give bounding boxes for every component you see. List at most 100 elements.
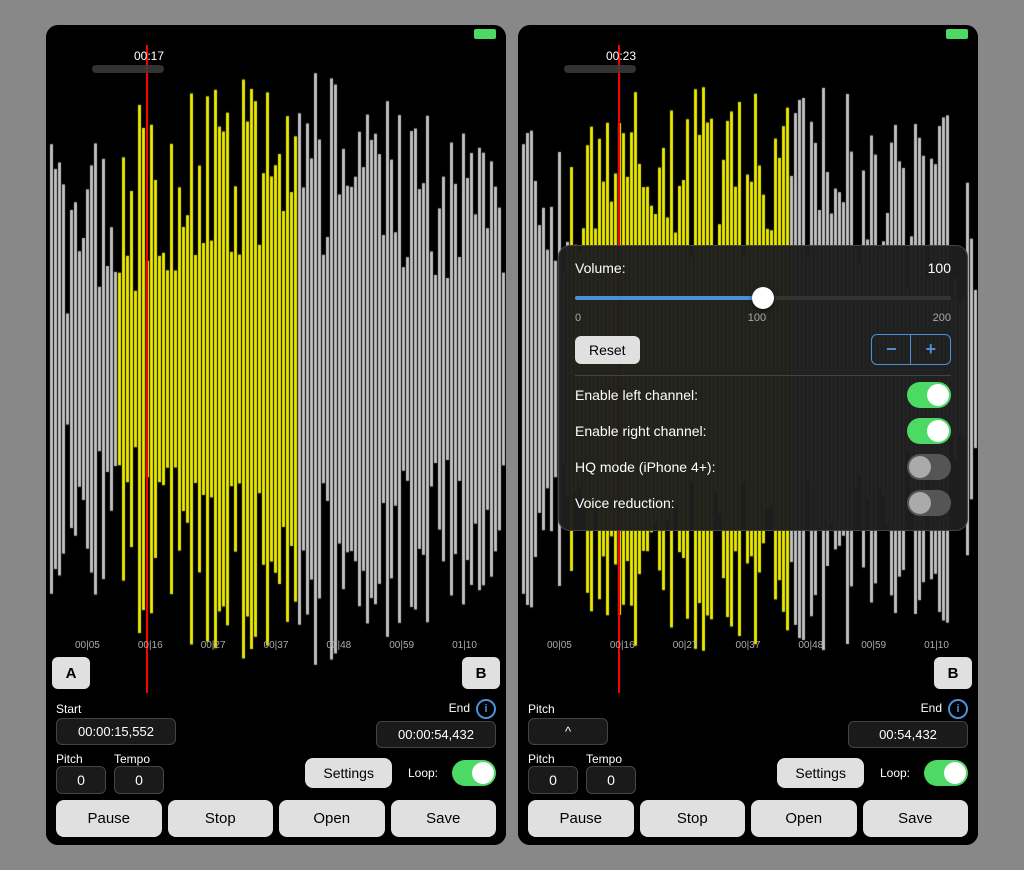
right-tempo-value: 0 [586, 766, 636, 794]
right-tl-2: 00|16 [610, 640, 635, 651]
left-tl-1: 00|05 [75, 640, 100, 651]
reset-row: Reset − + [575, 334, 951, 365]
slider-thumb[interactable] [752, 287, 774, 309]
right-stop-button[interactable]: Stop [640, 800, 746, 837]
right-settings-button[interactable]: Settings [777, 758, 864, 788]
minus-button[interactable]: − [872, 335, 911, 364]
right-start-end-row: Pitch ^ End i 00:54,432 [528, 699, 968, 748]
right-channel-label: Enable right channel: [575, 423, 707, 439]
left-end-time: 00:00:54,432 [376, 721, 496, 748]
right-end-label: End [921, 701, 942, 715]
volume-label: Volume: [575, 260, 626, 276]
left-start-end-row: Start 00:00:15,552 End i 00:00:54,432 [56, 699, 496, 748]
left-battery [474, 29, 496, 39]
hq-mode-label: HQ mode (iPhone 4+): [575, 459, 715, 475]
left-waveform-canvas [46, 45, 506, 693]
right-timeline-labels: 00|05 00|16 00|27 00|37 00|48 00|59 01|1… [518, 640, 978, 651]
left-end-group: End i 00:00:54,432 [376, 699, 496, 748]
hq-mode-toggle[interactable] [907, 454, 951, 480]
left-pause-button[interactable]: Pause [56, 800, 162, 837]
voice-reduction-label: Voice reduction: [575, 495, 675, 511]
left-channel-toggle[interactable] [907, 382, 951, 408]
left-time-cursor: 00:17 [134, 49, 164, 63]
right-pitch-group: Pitch 0 [528, 752, 578, 794]
right-end-time: 00:54,432 [848, 721, 968, 748]
right-b-button[interactable]: B [934, 657, 972, 689]
left-channel-label: Enable left channel: [575, 387, 698, 403]
right-pitch-tempo-row: Pitch 0 Tempo 0 Settings Loop: [528, 752, 968, 794]
left-loop-toggle[interactable] [452, 760, 496, 786]
plus-minus-group: − + [871, 334, 951, 365]
scale-min: 0 [575, 312, 581, 324]
right-end-group: End i 00:54,432 [848, 699, 968, 748]
left-controls: Start 00:00:15,552 End i 00:00:54,432 Pi… [46, 693, 506, 845]
right-tl-1: 00|05 [547, 640, 572, 651]
right-loop-toggle[interactable] [924, 760, 968, 786]
left-redline [146, 45, 148, 693]
left-tempo-group: Tempo 0 [114, 752, 164, 794]
left-tl-3: 00|27 [201, 640, 226, 651]
right-waveform-area: 00:23 00|05 00|16 00|27 00|37 00|48 00|5… [518, 45, 978, 693]
left-tl-6: 00|59 [389, 640, 414, 651]
voice-reduction-toggle[interactable] [907, 490, 951, 516]
right-save-button[interactable]: Save [863, 800, 969, 837]
left-tempo-value: 0 [114, 766, 164, 794]
right-battery [946, 29, 968, 39]
right-tl-7: 01|10 [924, 640, 949, 651]
hq-mode-row: HQ mode (iPhone 4+): [575, 454, 951, 480]
left-ab-row: A B [46, 657, 506, 693]
left-tl-7: 01|10 [452, 640, 477, 651]
left-tl-5: 00|48 [326, 640, 351, 651]
left-pitch-label: Pitch [56, 752, 106, 766]
right-open-button[interactable]: Open [751, 800, 857, 837]
left-pitch-value: 0 [56, 766, 106, 794]
right-info-icon[interactable]: i [948, 699, 968, 719]
right-pitch-label2: Pitch [528, 702, 608, 716]
right-tl-5: 00|48 [798, 640, 823, 651]
right-channel-toggle[interactable] [907, 418, 951, 444]
right-channel-row: Enable right channel: [575, 418, 951, 444]
left-waveform-area: 00:17 00|05 00|16 00|27 00|37 00|48 00|5… [46, 45, 506, 693]
left-timeline-labels: 00|05 00|16 00|27 00|37 00|48 00|59 01|1… [46, 640, 506, 651]
left-phone-screen: 00:17 00|05 00|16 00|27 00|37 00|48 00|5… [46, 25, 506, 845]
voice-reduction-row: Voice reduction: [575, 490, 951, 516]
settings-overlay: Volume: 100 0 100 200 Reset [558, 245, 968, 531]
scale-mid: 100 [748, 312, 766, 324]
volume-value: 100 [928, 260, 951, 276]
left-save-button[interactable]: Save [391, 800, 497, 837]
slider-fill [575, 296, 763, 300]
left-start-time: 00:00:15,552 [56, 718, 176, 745]
left-settings-button[interactable]: Settings [305, 758, 392, 788]
plus-button[interactable]: + [911, 335, 950, 364]
scale-max: 200 [933, 312, 951, 324]
left-tempo-label: Tempo [114, 752, 164, 766]
right-start-group: Pitch ^ [528, 702, 608, 745]
left-start-group: Start 00:00:15,552 [56, 702, 176, 745]
left-pitch-group: Pitch 0 [56, 752, 106, 794]
left-open-button[interactable]: Open [279, 800, 385, 837]
right-tl-6: 00|59 [861, 640, 886, 651]
left-status-bar [46, 25, 506, 45]
volume-slider[interactable] [575, 286, 951, 310]
right-pause-button[interactable]: Pause [528, 800, 634, 837]
right-tl-4: 00|37 [736, 640, 761, 651]
right-tempo-lbl: Tempo [586, 752, 636, 766]
left-b-button[interactable]: B [462, 657, 500, 689]
right-ab-row: B [518, 657, 978, 693]
right-tempo-group: Tempo 0 [586, 752, 636, 794]
volume-row: Volume: 100 [575, 260, 951, 276]
volume-scale: 0 100 200 [575, 312, 951, 324]
right-action-btns: Pause Stop Open Save [528, 800, 968, 837]
right-pitch-lbl: Pitch [528, 752, 578, 766]
right-loop-label: Loop: [880, 766, 910, 780]
right-controls: Pitch ^ End i 00:54,432 Pitch 0 Temp [518, 693, 978, 845]
left-tl-2: 00|16 [138, 640, 163, 651]
left-start-label: Start [56, 702, 176, 716]
right-time-cursor: 00:23 [606, 49, 636, 63]
left-stop-button[interactable]: Stop [168, 800, 274, 837]
reset-button[interactable]: Reset [575, 336, 640, 364]
left-action-btns: Pause Stop Open Save [56, 800, 496, 837]
left-info-icon[interactable]: i [476, 699, 496, 719]
right-status-bar [518, 25, 978, 45]
left-a-button[interactable]: A [52, 657, 90, 689]
